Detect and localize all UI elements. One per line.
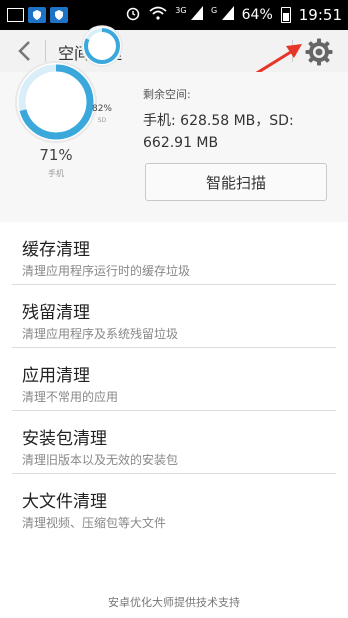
wifi-icon <box>149 6 167 24</box>
list-item-app-cleanup[interactable]: 应用清理 清理不常用的应用 <box>12 348 336 411</box>
list-item-subtitle: 清理旧版本以及无效的安装包 <box>22 453 179 467</box>
footer-credit: 安卓优化大师提供技术支持 <box>108 596 240 609</box>
list-item-cache-cleanup[interactable]: 缓存清理 清理应用程序运行时的缓存垃圾 <box>12 222 336 285</box>
list-item-title: 大文件清理 <box>22 492 107 512</box>
clock: 19:51 <box>298 6 342 24</box>
list-item-title: 缓存清理 <box>22 240 90 260</box>
battery-percent: 64% <box>241 7 273 23</box>
sd-storage-ring <box>81 25 123 67</box>
battery-icon <box>280 7 291 23</box>
list-item-subtitle: 清理不常用的应用 <box>22 390 119 404</box>
phone-label: 手机 <box>48 169 64 178</box>
signal-g-icon: G <box>211 6 234 24</box>
list-item-large-file-cleanup[interactable]: 大文件清理 清理视频、压缩包等大文件 <box>12 474 336 536</box>
phone-percent: 71% <box>39 146 73 164</box>
list-item-apk-cleanup[interactable]: 安装包清理 清理旧版本以及无效的安装包 <box>12 411 336 474</box>
sd-label: SD <box>97 117 107 124</box>
remaining-space-value: 手机: 628.58 MB，SD: 662.91 MB <box>143 113 294 151</box>
list-item-subtitle: 清理应用程序运行时的缓存垃圾 <box>22 264 191 278</box>
phone-storage-ring <box>15 61 97 143</box>
list-item-subtitle: 清理视频、压缩包等大文件 <box>22 516 167 530</box>
remaining-space-label: 剩余空间: <box>143 88 191 101</box>
list-item-subtitle: 清理应用程序及系统残留垃圾 <box>22 327 179 341</box>
list-item-title: 残留清理 <box>22 303 90 323</box>
smart-scan-button[interactable]: 智能扫描 <box>145 163 327 201</box>
shield-icon <box>50 7 68 23</box>
list-item-residual-cleanup[interactable]: 残留清理 清理应用程序及系统残留垃圾 <box>12 285 336 348</box>
cleanup-list: 缓存清理 清理应用程序运行时的缓存垃圾 残留清理 清理应用程序及系统残留垃圾 应… <box>0 222 348 536</box>
sd-percent: 82% <box>91 104 112 114</box>
signal-3g-icon: 3G <box>175 6 203 24</box>
list-item-title: 安装包清理 <box>22 429 107 449</box>
shield-icon <box>28 7 46 23</box>
list-item-title: 应用清理 <box>22 366 90 386</box>
image-icon <box>6 7 24 23</box>
alarm-icon <box>125 5 141 25</box>
status-bar: 3G G 64% 19:51 <box>0 0 348 30</box>
